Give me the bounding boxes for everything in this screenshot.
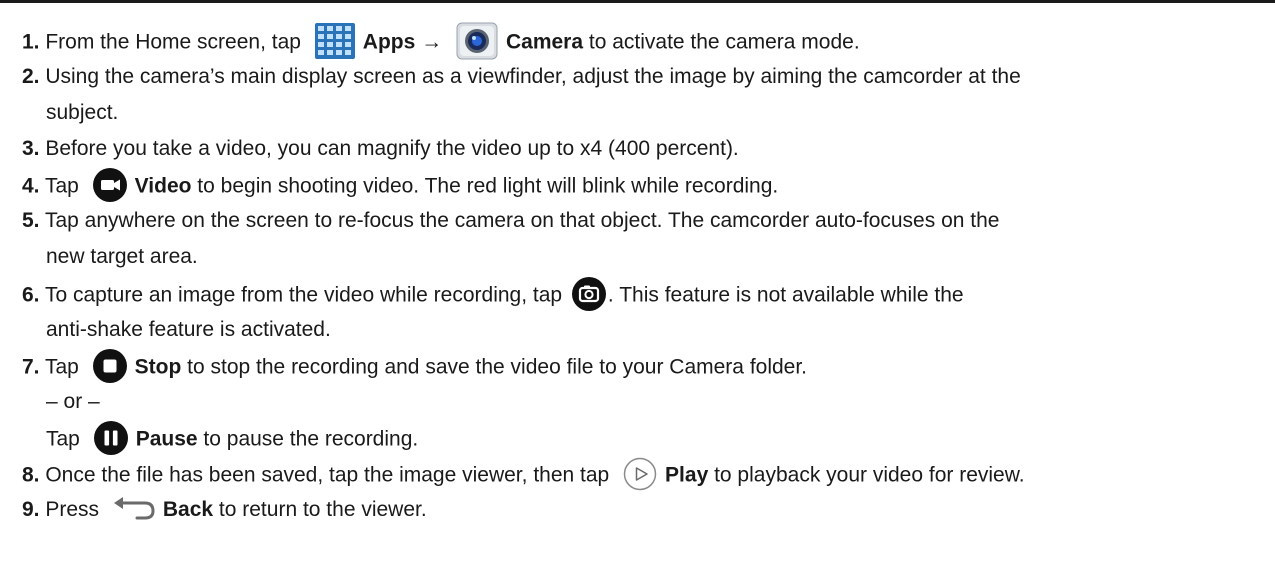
- step-2: 2. Using the camera’s main display scree…: [22, 62, 1021, 92]
- arrow-text: →: [415, 30, 448, 54]
- step-1: 1. From the Home screen, tap Apps → Came…: [22, 22, 860, 60]
- step-text: Tap: [39, 174, 85, 198]
- step-4: 4. Tap Video to begin shooting video. Th…: [22, 168, 779, 202]
- back-label: Back: [162, 498, 214, 521]
- step-number: 3.: [22, 137, 40, 160]
- step-text: Once the file has been saved, tap the im…: [39, 463, 616, 487]
- pause-label: Pause: [135, 427, 198, 451]
- step-text: Tap anywhere on the screen to re-focus t…: [39, 209, 1000, 232]
- step-text: to playback your video for review.: [708, 463, 1025, 487]
- step-text: Press: [39, 498, 105, 521]
- stop-label: Stop: [134, 355, 182, 379]
- step-8: 8. Once the file has been saved, tap the…: [22, 457, 1025, 491]
- step-2-continued: subject.: [46, 98, 118, 128]
- video-record-icon: [92, 168, 127, 202]
- step-number: 9.: [22, 498, 40, 521]
- step-3: 3. Before you take a video, you can magn…: [22, 134, 739, 164]
- step-text: From the Home screen, tap: [39, 30, 307, 54]
- step-9: 9. Press Back to return to the viewer.: [22, 495, 427, 525]
- step-7: 7. Tap Stop to stop the recording and sa…: [22, 349, 808, 383]
- apps-grid-icon: [314, 23, 355, 59]
- step-number: 2.: [22, 65, 40, 88]
- camera-app-icon: [456, 22, 498, 60]
- step-text: subject.: [46, 101, 119, 124]
- back-icon: [111, 495, 157, 521]
- step-number: 4.: [22, 174, 40, 198]
- step-text: to activate the camera mode.: [583, 30, 860, 54]
- step-6-continued: anti-shake feature is activated.: [46, 315, 331, 345]
- step-text: Before you take a video, you can magnify…: [39, 137, 739, 160]
- step-text: anti-shake feature is activated.: [46, 318, 331, 341]
- step-text: to return to the viewer.: [213, 498, 427, 521]
- play-label: Play: [665, 463, 709, 487]
- step-number: 7.: [22, 355, 40, 379]
- capture-photo-icon: [571, 277, 606, 311]
- step-5-continued: new target area.: [46, 242, 198, 272]
- step-text: To capture an image from the video while…: [39, 283, 568, 307]
- apps-label: Apps: [362, 30, 416, 54]
- top-rule: [0, 0, 1275, 3]
- step-number: 5.: [22, 209, 40, 232]
- step-text: Tap: [46, 427, 86, 451]
- step-number: 6.: [22, 283, 40, 307]
- step-number: 1.: [22, 30, 40, 54]
- step-text: . This feature is not available while th…: [607, 283, 964, 307]
- video-label: Video: [134, 174, 192, 198]
- play-icon: [623, 457, 657, 491]
- step-text: Tap: [39, 355, 85, 379]
- step-text: to stop the recording and save the video…: [181, 355, 808, 379]
- step-6: 6. To capture an image from the video wh…: [22, 277, 964, 311]
- step-text: new target area.: [46, 245, 198, 268]
- stop-icon: [92, 349, 127, 383]
- step-7-alternative: Tap Pause to pause the recording.: [46, 421, 419, 455]
- pause-icon: [93, 421, 128, 455]
- camera-label: Camera: [505, 30, 584, 54]
- step-text: to pause the recording.: [197, 427, 419, 451]
- step-text: Using the camera’s main display screen a…: [39, 65, 1021, 88]
- or-separator: – or –: [46, 387, 100, 417]
- or-text: – or –: [46, 390, 100, 413]
- step-text: to begin shooting video. The red light w…: [191, 174, 779, 198]
- step-5: 5. Tap anywhere on the screen to re-focu…: [22, 206, 999, 236]
- step-number: 8.: [22, 463, 40, 487]
